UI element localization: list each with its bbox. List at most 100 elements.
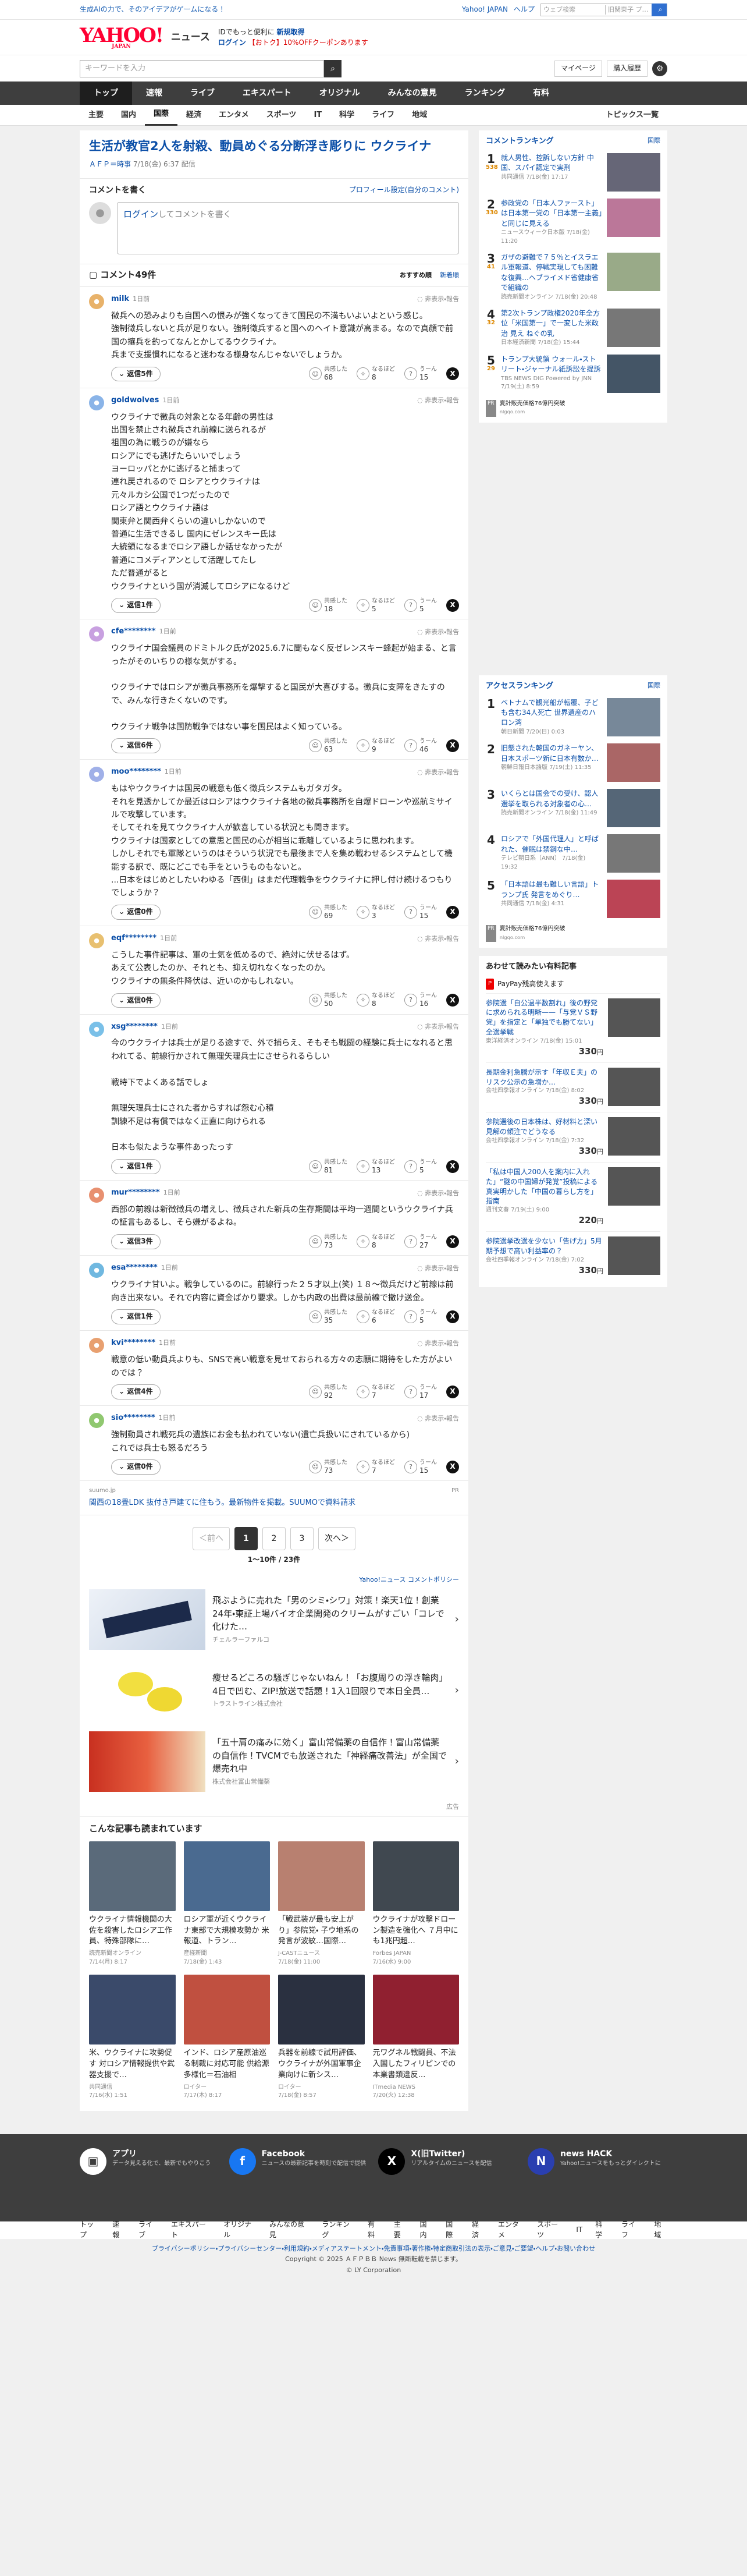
hide-report-button[interactable]: ◌ 非表示・報告 bbox=[417, 1189, 459, 1198]
pager-page-1[interactable]: 1 bbox=[234, 1526, 258, 1550]
paid-article[interactable]: 参院選挙改選を少ない「告げ方」5月期予想で高い利益率の？ 会社四季報オンライン 7… bbox=[486, 1231, 660, 1281]
react-insight-button[interactable]: ✧ なるほど 6 bbox=[357, 1309, 395, 1324]
topics-list-link[interactable]: トピックス一覧 bbox=[597, 110, 667, 121]
react-agree-button[interactable]: ☺ 共感した 68 bbox=[309, 366, 347, 381]
footer-nav-item[interactable]: ライフ bbox=[621, 2220, 641, 2240]
replies-button[interactable]: ⌄ 返信0件 bbox=[111, 905, 161, 920]
react-agree-button[interactable]: ☺ 共感した 50 bbox=[309, 993, 347, 1008]
gear-icon[interactable]: ⚙ bbox=[652, 61, 667, 76]
subnav-item-7[interactable]: 科学 bbox=[330, 110, 363, 121]
subnav-item-9[interactable]: 地域 bbox=[403, 110, 436, 121]
hide-report-button[interactable]: ◌ 非表示・報告 bbox=[417, 295, 459, 304]
ad-image[interactable] bbox=[89, 1589, 205, 1650]
subnav-item-4[interactable]: エンタメ bbox=[210, 110, 258, 121]
newshack-icon[interactable]: N bbox=[527, 2148, 554, 2175]
react-insight-button[interactable]: ✧ なるほど 7 bbox=[357, 1384, 395, 1399]
app-icon[interactable]: ▣ bbox=[80, 2148, 106, 2175]
ad-image[interactable] bbox=[89, 1731, 205, 1792]
pager-page-3[interactable]: 3 bbox=[290, 1526, 314, 1550]
ad-item[interactable]: 飛ぶように売れた「男のシミ・シワ」対策！楽天1位！創業24年・東証上場バイオ企業… bbox=[89, 1589, 459, 1650]
search-icon[interactable]: ⌕ bbox=[324, 60, 342, 77]
sort-newest[interactable]: 新着順 bbox=[440, 271, 459, 280]
comment-login-link[interactable]: ログイン bbox=[123, 209, 158, 219]
paid-article-thumbnail[interactable] bbox=[608, 1167, 660, 1206]
avatar[interactable]: ● bbox=[89, 767, 104, 782]
comment-author[interactable]: milk 1日前 bbox=[111, 294, 150, 305]
access-ad[interactable]: PR 夏計販売価格76億円突破 nlgqo.com bbox=[486, 925, 660, 942]
yahoo-news-logo[interactable]: YAHOO! JAPAN bbox=[80, 26, 164, 49]
react-insight-button[interactable]: ✧ なるほど 8 bbox=[357, 366, 395, 381]
popular-article[interactable]: ウクライナ情報機関の大佐を殺害したロシア工作員、特殊部隊に… 読売新聞オンライン 7… bbox=[89, 1841, 176, 1967]
ranking-thumbnail[interactable] bbox=[607, 834, 660, 873]
ranking-thumbnail[interactable] bbox=[607, 253, 660, 292]
x-share-icon[interactable]: X bbox=[446, 905, 459, 919]
react-agree-button[interactable]: ☺ 共感した 73 bbox=[309, 1234, 347, 1249]
react-insight-button[interactable]: ✧ なるほど 8 bbox=[357, 1234, 395, 1249]
access-ranking-item[interactable]: 3 いくらとは国会での受け、認人 選挙を取られる対象者の心… 読売新聞オンライン 7… bbox=[486, 789, 660, 828]
access-ranking-item[interactable]: 5 「日本語は最も難しい言語」トランプ氏 発言をめぐり… 共同通信 7/18(金) … bbox=[486, 880, 660, 919]
popular-article[interactable]: 元ワグネル戦闘員、不法入国したフィリピンでの本業書類違反… ITmedia NEW… bbox=[372, 1975, 459, 2100]
ranking-thumbnail[interactable] bbox=[607, 697, 660, 736]
ranking-item[interactable]: 1 538 就人男性、控訴しない方針 中国、スパイ認定で実刑 共同通信 7/18(金)… bbox=[486, 153, 660, 192]
yahoo-japan-link[interactable]: Yahoo! JAPAN bbox=[462, 5, 508, 15]
article-thumbnail[interactable] bbox=[183, 1841, 270, 1911]
react-hmm-button[interactable]: ? うーん 5 bbox=[404, 1309, 437, 1324]
comment-author[interactable]: goldwolves 1日前 bbox=[111, 395, 179, 406]
react-hmm-button[interactable]: ? うーん 15 bbox=[404, 1459, 437, 1475]
help-link[interactable]: ヘルプ bbox=[514, 5, 535, 15]
hide-report-button[interactable]: ◌ 非表示・報告 bbox=[417, 1339, 459, 1348]
ranking-thumbnail[interactable] bbox=[607, 198, 660, 237]
pager-prev[interactable]: ＜前へ bbox=[193, 1526, 230, 1550]
web-search[interactable]: ウェブ検索 旧関東子 プ… ⌕ bbox=[540, 3, 667, 16]
replies-button[interactable]: ⌄ 返信6件 bbox=[111, 738, 161, 753]
ranking-thumbnail[interactable] bbox=[607, 880, 660, 919]
react-agree-button[interactable]: ☺ 共感した 69 bbox=[309, 905, 347, 920]
footer-item[interactable]: ▣ アプリ データ見える化で、最新でもやりこう bbox=[80, 2148, 219, 2175]
search-icon[interactable]: ⌕ bbox=[652, 3, 667, 16]
ranking-item[interactable]: 4 32 第2次トランプ政権2020年全方位「米国第一」で一変した米政治 見え ねぐ… bbox=[486, 309, 660, 348]
nav-item-1[interactable]: 速報 bbox=[132, 82, 176, 105]
comment-input[interactable]: ログインしてコメントを書く bbox=[117, 202, 459, 255]
footer-nav-item[interactable]: 国内 bbox=[420, 2220, 433, 2240]
footer-nav-item[interactable]: 国際 bbox=[446, 2220, 459, 2240]
coupon-link[interactable]: 【おトク】10%OFFクーポンあります bbox=[248, 38, 368, 47]
react-agree-button[interactable]: ☺ 共感した 92 bbox=[309, 1384, 347, 1399]
comment-policy-link[interactable]: Yahoo!ニュース コメントポリシー bbox=[80, 1575, 468, 1589]
subnav-item-2[interactable]: 国際 bbox=[145, 105, 178, 126]
popular-article[interactable]: インド、ロシア産原油巡る制裁に対応可能 供給源多様化＝石油相 ロイター 7/17(木… bbox=[183, 1975, 270, 2100]
comment-author[interactable]: esa******** 1日前 bbox=[111, 1263, 178, 1274]
comment-author[interactable]: eqf******** 1日前 bbox=[111, 933, 177, 944]
chevron-right-icon[interactable]: › bbox=[455, 1612, 459, 1627]
ad-item[interactable]: 「五十肩の痛みに効く」富山常備薬の自信作！富山常備薬の自信作！TVCMでも放送さ… bbox=[89, 1731, 459, 1792]
footer-nav-item[interactable]: 科学 bbox=[595, 2220, 609, 2240]
react-hmm-button[interactable]: ? うーん 46 bbox=[404, 738, 437, 753]
react-insight-button[interactable]: ✧ なるほど 8 bbox=[357, 993, 395, 1008]
footer-nav-item[interactable]: IT bbox=[576, 2225, 582, 2235]
footer-nav-item[interactable]: 地域 bbox=[654, 2220, 667, 2240]
subnav-item-8[interactable]: ライフ bbox=[363, 110, 403, 121]
hide-report-button[interactable]: ◌ 非表示・報告 bbox=[417, 768, 459, 777]
ranking-ad[interactable]: PR 夏計販売価格76億円突破 nlgqo.com bbox=[486, 399, 660, 417]
footer-nav-item[interactable]: 有料 bbox=[368, 2220, 381, 2240]
replies-button[interactable]: ⌄ 返信1件 bbox=[111, 1309, 161, 1324]
avatar[interactable]: ● bbox=[89, 395, 104, 410]
ranking-thumbnail[interactable] bbox=[607, 309, 660, 348]
footer-nav-item[interactable]: ランキング bbox=[322, 2220, 355, 2240]
paid-article[interactable]: 「私は中国人200人を案内に入れた」“謎の中国婦が発覚”投稿による真実明かした「… bbox=[486, 1161, 660, 1231]
comment-author[interactable]: mur******** 1日前 bbox=[111, 1188, 180, 1199]
footer-links[interactable]: プライバシーポリシー・プライバシーセンター・利用規約・メディアステートメント・免… bbox=[0, 2244, 747, 2255]
popular-article[interactable]: 兵器を前線で試用評価、ウクライナが外国軍事企業向けに新シス… ロイター 7/18(金… bbox=[278, 1975, 365, 2100]
article-thumbnail[interactable] bbox=[183, 1975, 270, 2045]
x-share-icon[interactable]: X bbox=[446, 1386, 459, 1399]
avatar[interactable]: ● bbox=[89, 933, 104, 949]
react-agree-button[interactable]: ☺ 共感した 18 bbox=[309, 598, 347, 613]
article-thumbnail[interactable] bbox=[372, 1975, 459, 2045]
react-hmm-button[interactable]: ? うーん 17 bbox=[404, 1384, 437, 1399]
chevron-right-icon[interactable]: › bbox=[455, 1683, 459, 1698]
react-hmm-button[interactable]: ? うーん 15 bbox=[404, 905, 437, 920]
react-insight-button[interactable]: ✧ なるほど 9 bbox=[357, 738, 395, 753]
article-title[interactable]: 生活が教官2人を射殺、動員めぐる分断浮き彫りに ウクライナ bbox=[89, 137, 459, 155]
replies-button[interactable]: ⌄ 返信1件 bbox=[111, 598, 161, 613]
nav-item-5[interactable]: みんなの意見 bbox=[374, 82, 451, 105]
footer-nav-item[interactable]: みんなの意見 bbox=[269, 2220, 309, 2240]
